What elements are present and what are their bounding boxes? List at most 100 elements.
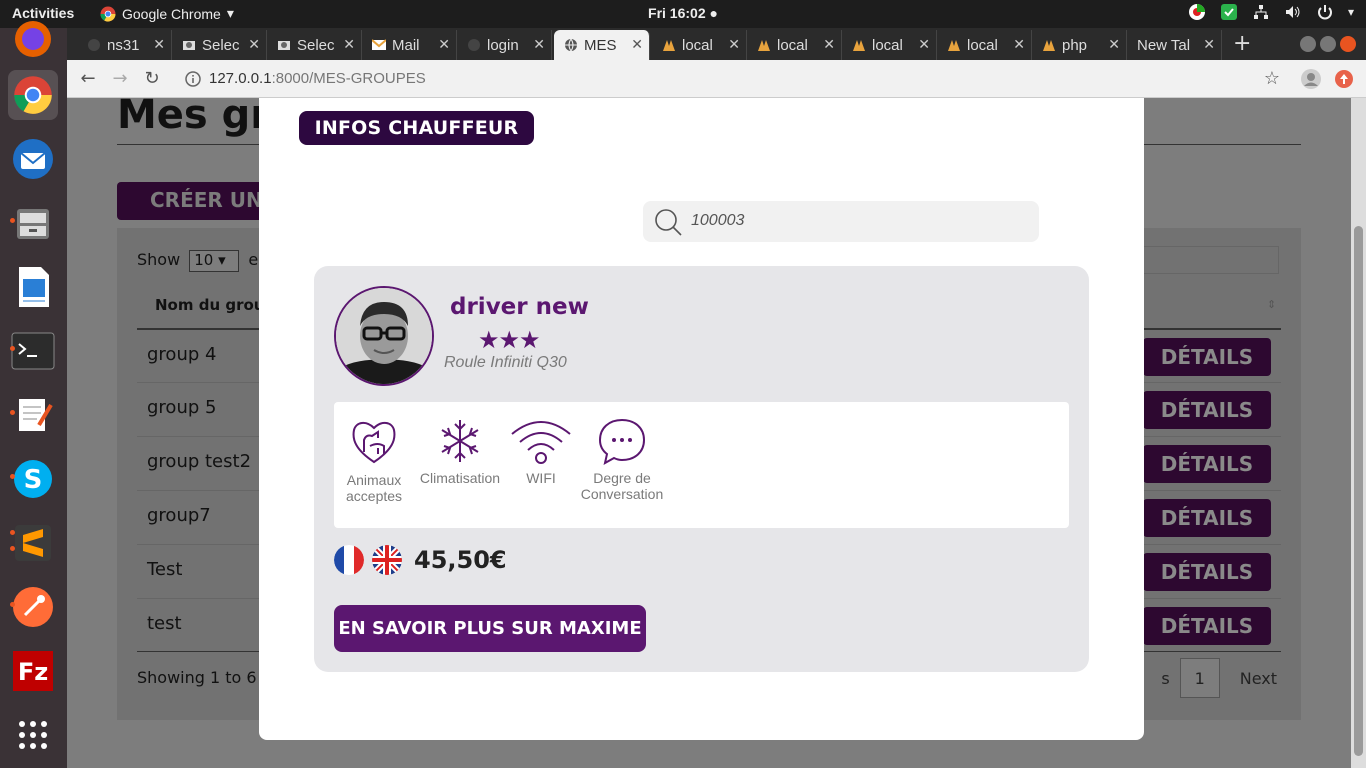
close-tab-icon[interactable]: ✕: [631, 36, 643, 53]
browser-tab[interactable]: local ✕: [652, 30, 747, 60]
details-button[interactable]: DÉTAILS: [1143, 553, 1271, 591]
power-icon[interactable]: [1316, 3, 1334, 21]
driver-search-input[interactable]: [691, 208, 1021, 234]
close-tab-icon[interactable]: ✕: [533, 36, 545, 53]
browser-toolbar: ← → ↻ 127.0.0.1:8000/MES-GROUPES ☆: [67, 60, 1366, 98]
network-icon[interactable]: [1252, 3, 1270, 21]
pagination: s 1 Next: [1161, 658, 1287, 698]
close-tab-icon[interactable]: ✕: [343, 36, 355, 53]
close-tab-icon[interactable]: ✕: [918, 36, 930, 53]
group-name: group 4: [147, 344, 217, 365]
close-tab-icon[interactable]: ✕: [1203, 36, 1215, 53]
next-page-button[interactable]: Next: [1230, 669, 1287, 688]
browser-tab[interactable]: login ✕: [457, 30, 552, 60]
update-check-icon[interactable]: [1220, 3, 1238, 21]
modal-title: INFOS CHAUFFEUR: [299, 111, 534, 145]
files-launcher[interactable]: [8, 198, 58, 248]
search-icon: [655, 209, 682, 236]
details-button[interactable]: DÉTAILS: [1143, 338, 1271, 376]
writer-launcher[interactable]: [8, 262, 58, 312]
minimize-button[interactable]: [1300, 36, 1316, 52]
page-scrollbar[interactable]: [1351, 98, 1366, 768]
tab-title: Selec: [202, 36, 240, 54]
tab-title: local: [872, 36, 903, 54]
thunderbird-launcher[interactable]: [8, 134, 58, 184]
close-tab-icon[interactable]: ✕: [728, 36, 740, 53]
browser-tab-active[interactable]: MES ✕: [554, 30, 650, 60]
close-tab-icon[interactable]: ✕: [248, 36, 260, 53]
phpmyadmin-icon: [948, 40, 960, 51]
sublime-launcher[interactable]: [8, 518, 58, 568]
language-flags: [334, 545, 402, 575]
url-path: :8000/MES-GROUPES: [271, 70, 426, 87]
driver-search-bar[interactable]: [643, 201, 1039, 242]
notepad-icon: [19, 399, 53, 431]
page-1-button[interactable]: 1: [1179, 658, 1220, 698]
close-tab-icon[interactable]: ✕: [823, 36, 835, 53]
running-indicator: [10, 410, 15, 415]
page-length-select[interactable]: 10 ▾: [189, 250, 240, 272]
details-button[interactable]: DÉTAILS: [1143, 391, 1271, 429]
close-tab-icon[interactable]: ✕: [438, 36, 450, 53]
browser-tab[interactable]: php ✕: [1032, 30, 1127, 60]
chrome-launcher[interactable]: [8, 70, 58, 120]
running-indicator: [10, 546, 15, 551]
driver-avatar: [334, 286, 434, 386]
features-panel: Animaux acceptes Climatisation WIFI Degr…: [334, 402, 1069, 528]
details-button[interactable]: DÉTAILS: [1143, 499, 1271, 537]
firefox-launcher[interactable]: [8, 14, 58, 64]
feature-label: Degre de: [593, 470, 651, 486]
maximize-button[interactable]: [1320, 36, 1336, 52]
update-icon[interactable]: [1335, 70, 1353, 88]
table-info: Showing 1 to 6 of: [137, 668, 278, 687]
previous-page-button[interactable]: s: [1161, 669, 1169, 688]
volume-icon[interactable]: [1284, 3, 1302, 21]
details-button[interactable]: DÉTAILS: [1143, 607, 1271, 645]
record-indicator-icon[interactable]: [1188, 3, 1206, 21]
browser-tab[interactable]: Mail ✕: [362, 30, 457, 60]
browser-tab[interactable]: New Tal ✕: [1127, 30, 1222, 60]
text-editor-launcher[interactable]: [8, 390, 58, 440]
filezilla-launcher[interactable]: Fz: [8, 646, 58, 696]
show-applications-button[interactable]: [8, 710, 58, 760]
forward-arrow-icon[interactable]: →: [109, 68, 131, 90]
filezilla-icon: Fz: [13, 651, 53, 691]
page-viewport: Mes gro CRÉER UN GR Show 10 ▾ entr Nom d…: [67, 98, 1351, 768]
close-tab-icon[interactable]: ✕: [1013, 36, 1025, 53]
driver-name: driver new: [450, 294, 589, 320]
terminal-launcher[interactable]: [8, 326, 58, 376]
learn-more-button[interactable]: EN SAVOIR PLUS SUR MAXIME: [334, 605, 646, 652]
snowflake-icon: [441, 420, 479, 462]
browser-tab[interactable]: local ✕: [747, 30, 842, 60]
info-icon[interactable]: [185, 71, 201, 87]
profile-icon[interactable]: [1301, 69, 1321, 89]
feature-wifi: WIFI: [509, 416, 573, 486]
browser-tab[interactable]: Selec ✕: [267, 30, 362, 60]
browser-tab[interactable]: ns31 ✕: [77, 30, 172, 60]
chevron-down-icon[interactable]: ▾: [1348, 5, 1354, 19]
reload-icon[interactable]: ↻: [141, 68, 163, 90]
browser-tab[interactable]: local ✕: [842, 30, 937, 60]
uk-flag-icon: [372, 545, 402, 575]
scrollbar-thumb[interactable]: [1354, 226, 1363, 756]
close-window-button[interactable]: [1340, 36, 1356, 52]
postman-launcher[interactable]: [8, 582, 58, 632]
browser-tab[interactable]: local ✕: [937, 30, 1032, 60]
address-bar[interactable]: 127.0.0.1:8000/MES-GROUPES: [209, 70, 426, 87]
close-tab-icon[interactable]: ✕: [153, 36, 165, 53]
bookmark-star-icon[interactable]: ☆: [1261, 68, 1283, 90]
running-indicator: [10, 530, 15, 535]
skype-launcher[interactable]: S: [8, 454, 58, 504]
clock[interactable]: Fri 16:02 ●: [0, 5, 1366, 21]
chat-icon: [598, 418, 646, 465]
new-tab-button[interactable]: +: [1233, 31, 1251, 56]
close-tab-icon[interactable]: ✕: [1108, 36, 1120, 53]
details-button[interactable]: DÉTAILS: [1143, 445, 1271, 483]
tab-title: Selec: [297, 36, 335, 54]
browser-tab[interactable]: Selec ✕: [172, 30, 267, 60]
sort-icon[interactable]: ⇕: [1267, 298, 1276, 311]
tab-title: MES: [584, 36, 617, 54]
group-name: group7: [147, 505, 211, 526]
back-arrow-icon[interactable]: ←: [77, 68, 99, 90]
ride-price: 45,50€: [414, 546, 507, 574]
